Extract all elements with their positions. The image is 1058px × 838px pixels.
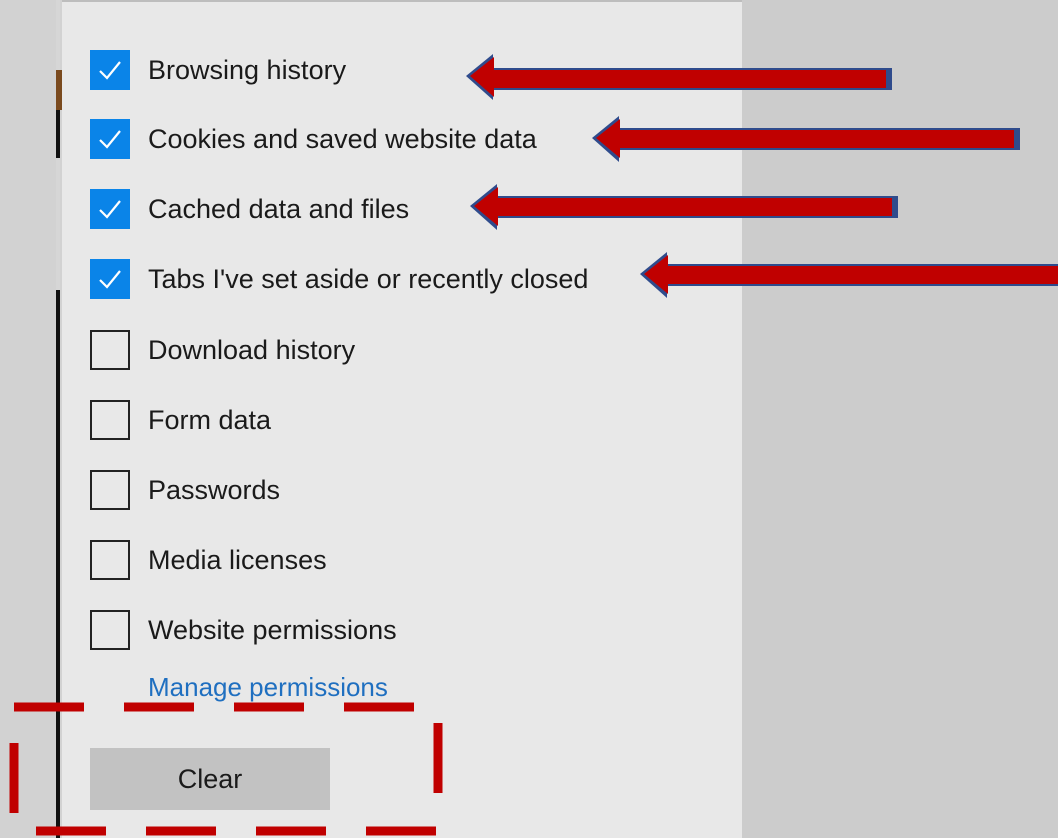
option-browsing-history[interactable]: Browsing history [90,50,346,90]
option-label: Download history [148,334,356,365]
check-icon [99,270,121,289]
option-label: Cached data and files [148,193,410,224]
option-label: Media licenses [148,544,327,575]
option-label: Tabs I've set aside or recently closed [148,263,589,294]
browsing-history-checkbox[interactable] [90,50,130,90]
option-label: Cookies and saved website data [148,123,537,154]
option-cached-data[interactable]: Cached data and files [90,189,409,229]
passwords-checkbox[interactable] [90,470,130,510]
clear-button[interactable]: Clear [90,748,330,810]
option-website-permissions[interactable]: Website permissions [90,610,397,650]
check-icon [99,61,121,80]
option-label: Form data [148,404,272,435]
option-download-history[interactable]: Download history [90,330,355,370]
form-data-checkbox[interactable] [90,400,130,440]
window-edge [56,0,60,838]
manage-permissions-link[interactable]: Manage permissions [148,672,388,703]
option-cookies[interactable]: Cookies and saved website data [90,119,537,159]
cached-data-checkbox[interactable] [90,189,130,229]
background-left [0,0,62,838]
download-history-checkbox[interactable] [90,330,130,370]
option-form-data[interactable]: Form data [90,400,271,440]
option-media-licenses[interactable]: Media licenses [90,540,327,580]
tabs-set-aside-checkbox[interactable] [90,259,130,299]
background-right [742,0,1058,838]
check-icon [99,200,121,219]
cookies-checkbox[interactable] [90,119,130,159]
media-licenses-checkbox[interactable] [90,540,130,580]
option-passwords[interactable]: Passwords [90,470,280,510]
website-permissions-checkbox[interactable] [90,610,130,650]
option-label: Passwords [148,474,281,505]
check-icon [99,130,121,149]
option-label: Browsing history [148,54,347,85]
option-label: Website permissions [148,614,397,645]
option-tabs-set-aside[interactable]: Tabs I've set aside or recently closed [90,259,588,299]
